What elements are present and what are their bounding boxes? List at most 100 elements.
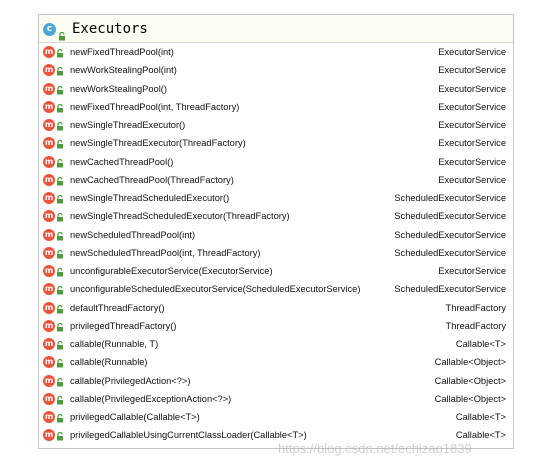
method-return-type: Callable<Object> [434,357,506,368]
method-return-type: Callable<T> [455,412,506,422]
method-icon: m [43,265,55,277]
structure-panel: c Executors m newFixedThreadPool(int) Exec… [38,14,514,449]
method-signature: newScheduledThreadPool(int) [70,229,196,240]
method-return-type: ScheduledExecutorService [394,193,506,203]
method-return-type: ScheduledExecutorService [394,229,506,240]
method-row[interactable]: m newScheduledThreadPool(int) ScheduledExe… [39,226,513,244]
method-row[interactable]: m privilegedCallable(Callable<T>) Callable… [39,408,513,426]
method-icon: m [43,429,55,442]
method-icon: m [43,64,55,77]
method-icon: m [43,192,55,204]
method-icon: m [43,119,55,131]
method-signature: newFixedThreadPool(int, ThreadFactory) [70,101,240,112]
method-row[interactable]: m newFixedThreadPool(int, ThreadFactory) E… [39,98,513,116]
method-signature: callable(Runnable, T) [70,339,159,349]
public-lock-icon [56,231,64,241]
method-icon: m [43,155,55,168]
method-signature: callable(Runnable) [70,357,148,368]
public-lock-icon [56,359,64,368]
method-return-type: ExecutorService [438,138,506,149]
method-signature: newSingleThreadExecutor(ThreadFactory) [70,138,246,149]
public-lock-icon [56,195,64,204]
method-row[interactable]: m privilegedThreadFactory() ThreadFactory [39,317,513,335]
method-row[interactable]: m newWorkStealingPool(int) ExecutorService [39,61,513,79]
method-signature: unconfigurableExecutorService(ExecutorSe… [70,266,273,276]
method-row[interactable]: m unconfigurableScheduledExecutorService(… [39,280,513,298]
public-lock-icon [56,341,64,350]
public-lock-icon [56,322,64,332]
public-lock-icon [56,140,64,149]
method-icon: m [43,82,55,95]
public-lock-icon [56,414,64,423]
method-row[interactable]: m newCachedThreadPool(ThreadFactory) Execu… [39,171,513,189]
class-icon: c [43,23,56,36]
method-return-type: ExecutorService [438,156,506,167]
method-row[interactable]: m newSingleThreadExecutor() ExecutorServic… [39,116,513,134]
method-signature: privilegedCallableUsingCurrentClassLoade… [70,430,307,441]
method-return-type: ExecutorService [438,266,506,276]
method-row[interactable]: m callable(Runnable) Callable<Object> [39,353,513,371]
public-lock-icon [56,158,64,168]
method-row[interactable]: m defaultThreadFactory() ThreadFactory [39,299,513,317]
method-return-type: ExecutorService [438,101,506,112]
method-row[interactable]: m newSingleThreadExecutor(ThreadFactory) E… [39,134,513,152]
method-signature: newSingleThreadScheduledExecutor(ThreadF… [70,211,290,222]
method-return-type: ThreadFactory [445,320,506,331]
method-return-type: Callable<Object> [434,375,506,386]
public-lock-icon [56,377,64,387]
method-return-type: ThreadFactory [445,302,506,313]
method-signature: newFixedThreadPool(int) [70,47,174,57]
method-row[interactable]: m newFixedThreadPool(int) ExecutorService [39,43,513,61]
method-signature: unconfigurableScheduledExecutorService(S… [70,284,361,295]
method-signature: newSingleThreadExecutor() [70,120,186,130]
public-lock-icon [56,85,64,95]
method-return-type: ExecutorService [438,120,506,130]
class-name: Executors [72,21,148,37]
method-signature: callable(PrivilegedExceptionAction<?>) [70,393,232,404]
method-signature: newCachedThreadPool(ThreadFactory) [70,174,234,185]
method-return-type: ExecutorService [438,174,506,185]
public-lock-icon [56,268,64,277]
method-return-type: ScheduledExecutorService [394,211,506,222]
public-lock-icon [56,249,64,259]
method-icon: m [43,301,55,314]
method-row[interactable]: m callable(Runnable, T) Callable<T> [39,335,513,353]
method-row[interactable]: m callable(PrivilegedAction<?>) Callable<O… [39,372,513,390]
method-signature: privilegedCallable(Callable<T>) [70,412,200,422]
method-return-type: ExecutorService [438,83,506,94]
class-header: c Executors [39,15,513,43]
watermark: https://blog.csdn.net/echizao1839 [278,441,472,456]
method-icon: m [43,137,55,150]
method-return-type: Callable<Object> [434,393,506,404]
method-icon: m [43,392,55,405]
method-row[interactable]: m callable(PrivilegedExceptionAction<?>) C… [39,390,513,408]
method-icon: m [43,411,55,423]
method-row[interactable]: m newWorkStealingPool() ExecutorService [39,80,513,98]
method-row[interactable]: m newSingleThreadScheduledExecutor() Sched… [39,189,513,207]
method-signature: privilegedThreadFactory() [70,320,177,331]
method-signature: newSingleThreadScheduledExecutor() [70,193,230,203]
public-lock-icon [56,176,64,186]
method-row[interactable]: m newSingleThreadScheduledExecutor(Thread… [39,207,513,225]
method-return-type: ScheduledExecutorService [394,284,506,295]
method-signature: newCachedThreadPool() [70,156,174,167]
method-signature: newScheduledThreadPool(int, ThreadFactor… [70,247,261,258]
public-lock-icon [56,103,64,113]
method-signature: defaultThreadFactory() [70,302,165,313]
public-lock-icon [56,122,64,131]
method-list: m newFixedThreadPool(int) ExecutorService m… [39,43,513,445]
public-lock-icon [56,286,64,295]
method-row[interactable]: m newCachedThreadPool() ExecutorService [39,153,513,171]
method-row[interactable]: m unconfigurableExecutorService(ExecutorS… [39,262,513,280]
method-return-type: ExecutorService [438,47,506,57]
method-return-type: ScheduledExecutorService [394,247,506,258]
method-signature: callable(PrivilegedAction<?>) [70,375,191,386]
method-icon: m [43,356,55,369]
method-icon: m [43,374,55,387]
method-return-type: Callable<T> [455,339,506,349]
method-icon: m [43,210,55,223]
method-icon: m [43,319,55,332]
method-icon: m [43,228,55,241]
method-row[interactable]: m newScheduledThreadPool(int, ThreadFacto… [39,244,513,262]
method-icon: m [43,100,55,113]
